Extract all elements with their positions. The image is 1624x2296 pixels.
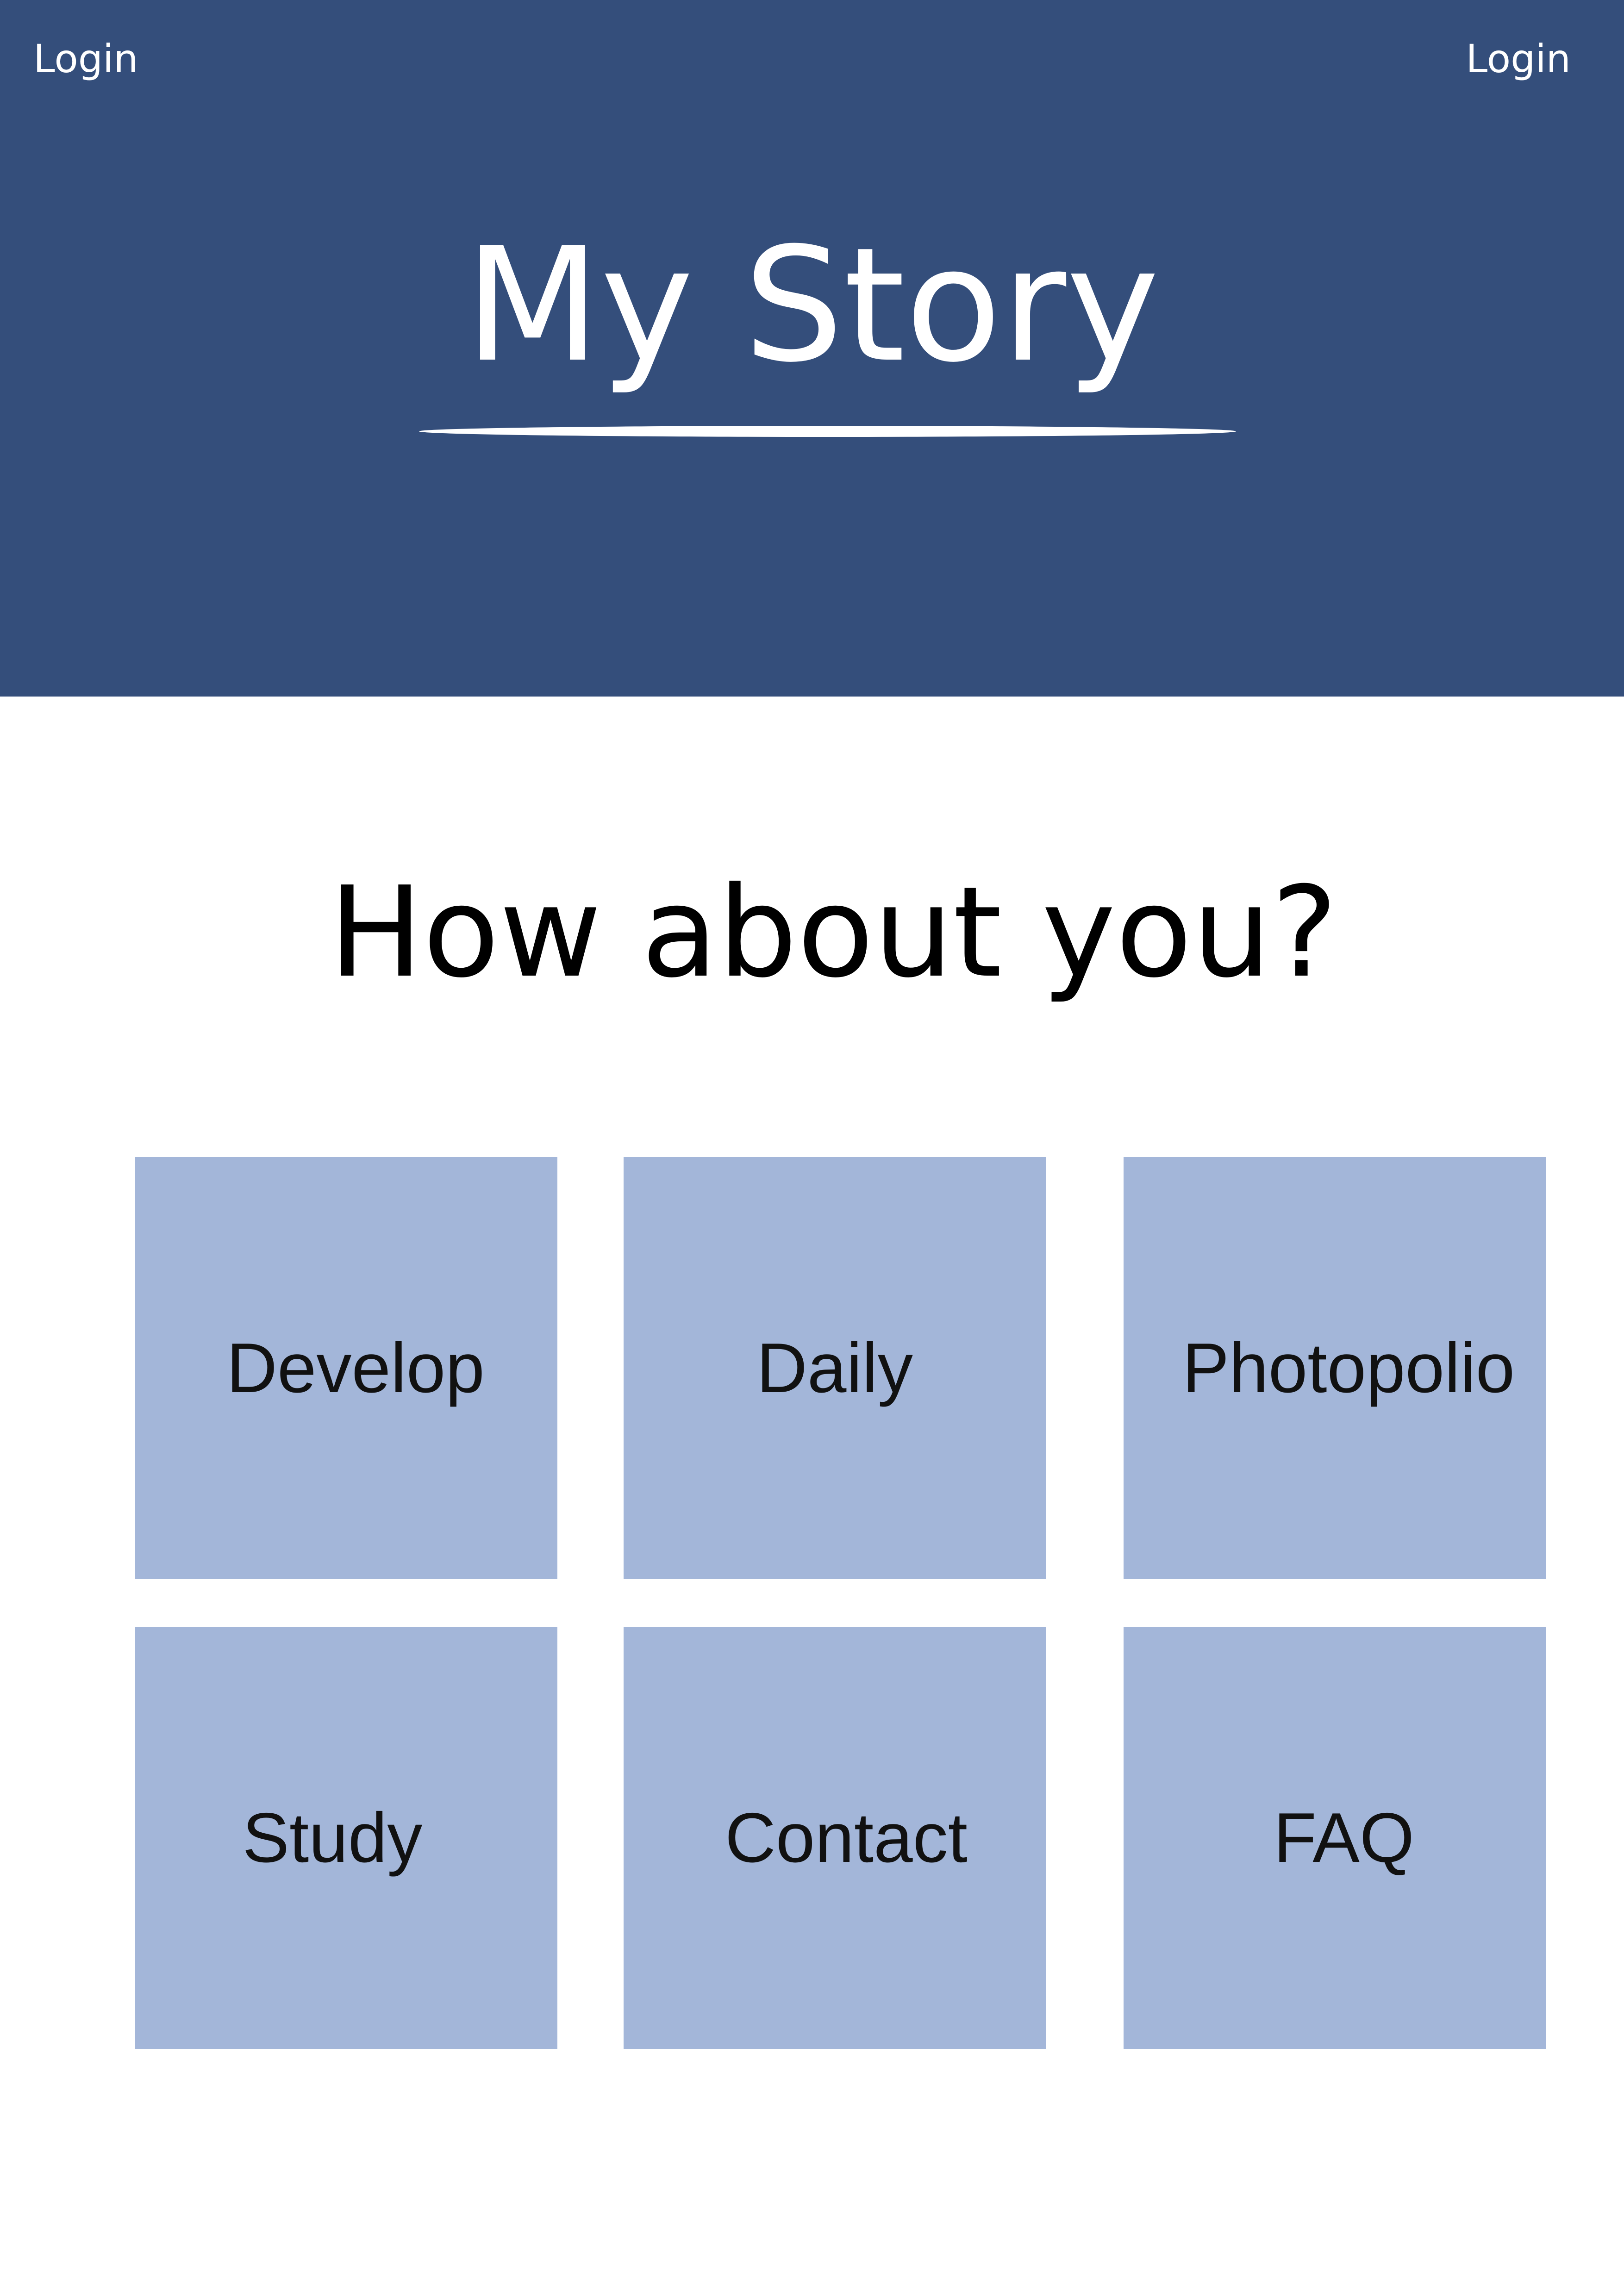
tile-label: Develop [226, 1328, 485, 1407]
section-heading: How about you? [329, 859, 1338, 1005]
tile-photopolio[interactable]: Photopolio [1124, 1157, 1546, 1579]
tile-study[interactable]: Study [135, 1627, 557, 2049]
login-link-left[interactable]: Login [33, 33, 138, 84]
tile-label: Study [242, 1798, 423, 1877]
tile-label: Daily [756, 1328, 913, 1407]
tile-faq[interactable]: FAQ [1124, 1627, 1546, 2049]
tile-daily[interactable]: Daily [624, 1157, 1046, 1579]
login-link-right[interactable]: Login [1466, 33, 1571, 84]
tile-label: Contact [725, 1798, 968, 1877]
tile-label: FAQ [1273, 1798, 1415, 1877]
header-banner: Login Login My Story [0, 0, 1624, 697]
tile-label: Photopolio [1182, 1328, 1515, 1407]
title-underline-divider [419, 426, 1236, 437]
tile-develop[interactable]: Develop [135, 1157, 557, 1579]
tile-contact[interactable]: Contact [624, 1627, 1046, 2049]
site-title: My Story [464, 214, 1160, 397]
